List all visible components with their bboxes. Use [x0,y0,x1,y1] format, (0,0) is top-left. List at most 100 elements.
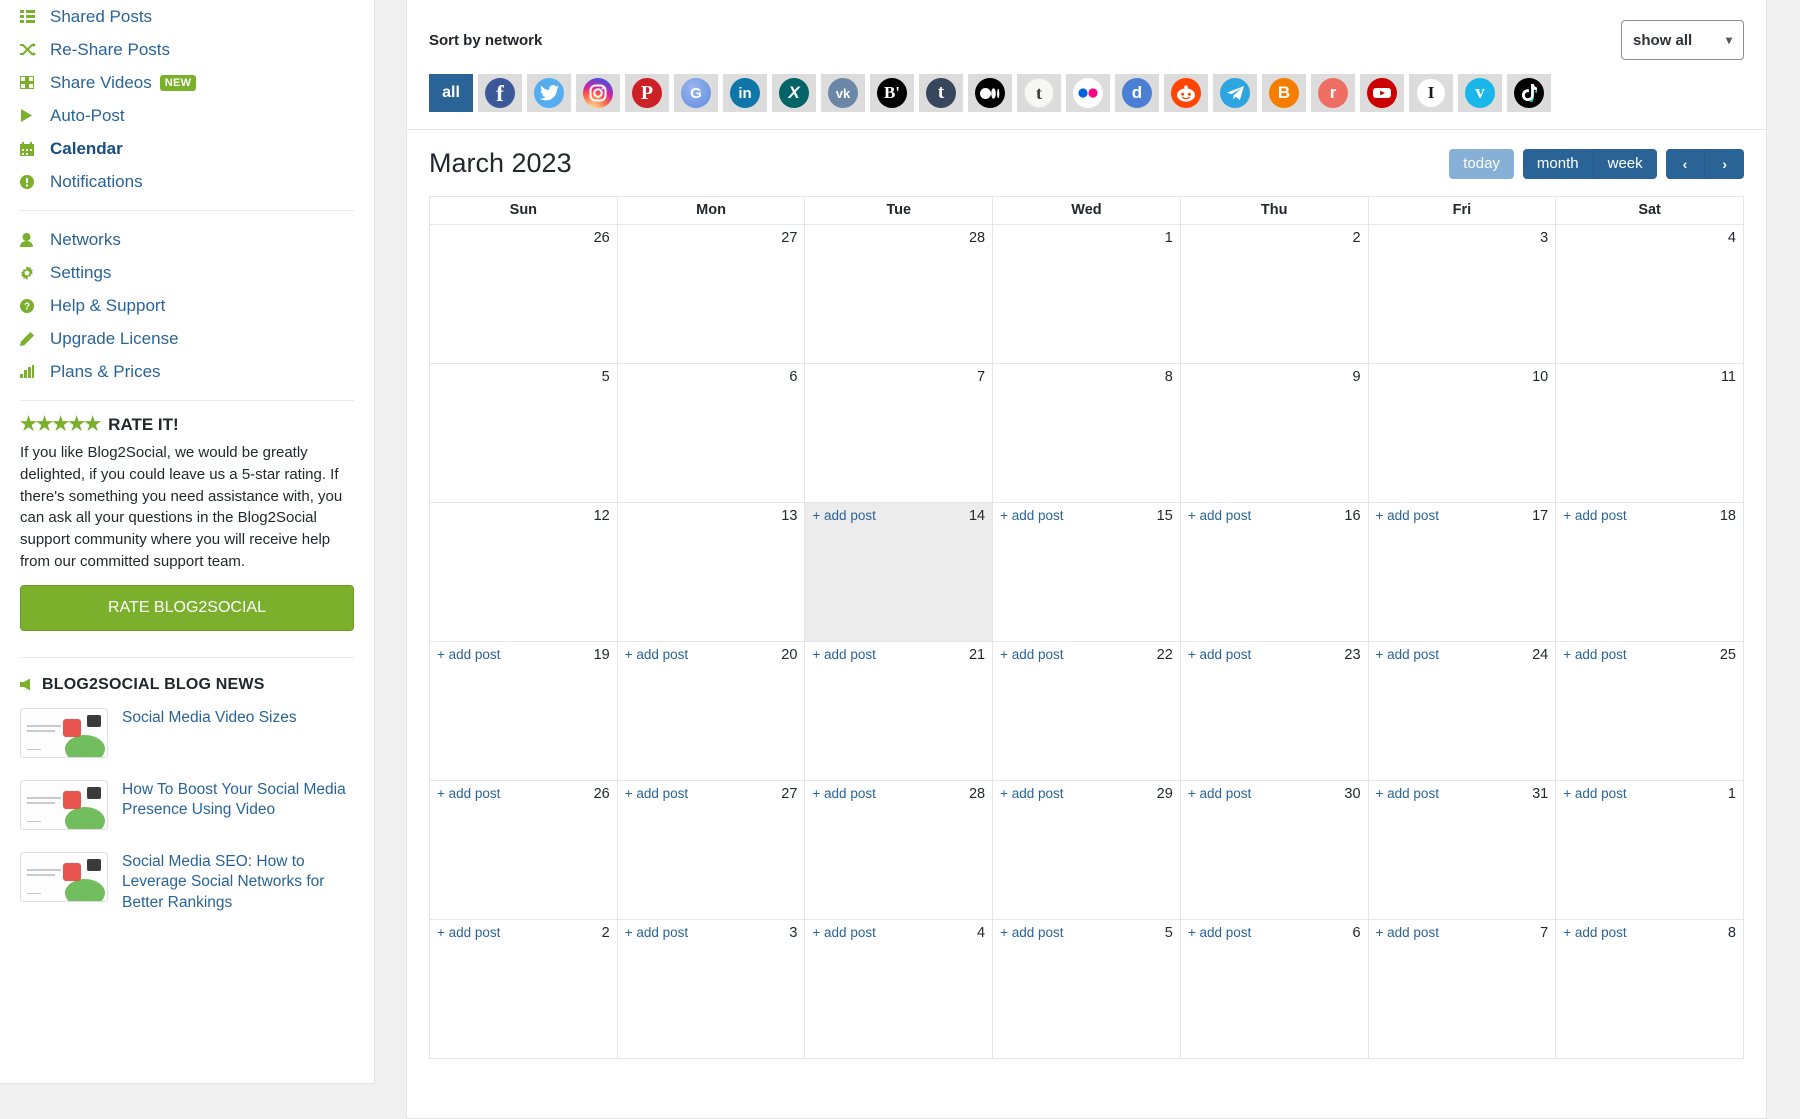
calendar-day-cell[interactable]: + add post4 [1555,224,1744,364]
calendar-day-cell[interactable]: + add post1 [992,224,1181,364]
network-filter-bloglovin[interactable]: B' [870,74,914,112]
network-filter-twitter[interactable] [527,74,571,112]
calendar-day-cell[interactable]: + add post7 [804,363,994,503]
calendar-day-cell[interactable]: + add post5 [429,363,618,503]
blog-news-item[interactable]: How To Boost Your Social Media Presence … [20,779,354,830]
add-post-link[interactable]: + add post [1188,786,1251,801]
network-filter-google[interactable]: G [674,74,718,112]
add-post-link[interactable]: + add post [437,925,500,940]
calendar-day-cell[interactable]: + add post8 [1555,919,1744,1059]
network-filter-vk[interactable]: vk [821,74,865,112]
calendar-day-cell[interactable]: + add post10 [1367,363,1557,503]
calendar-day-cell[interactable]: + add post 19 [429,641,618,781]
add-post-link[interactable]: + add post [1188,925,1251,940]
next-month-button[interactable]: › [1704,148,1744,179]
calendar-day-cell[interactable]: + add post 22 [992,641,1181,781]
network-filter-medium[interactable] [968,74,1012,112]
add-post-link[interactable]: + add post [1188,508,1251,523]
calendar-day-cell[interactable]: + add post3 [616,919,806,1059]
calendar-day-cell[interactable]: + add post 30 [1179,780,1369,920]
calendar-day-cell[interactable]: + add post13 [616,502,806,642]
add-post-link[interactable]: + add post [1188,647,1251,662]
network-filter-tumblr[interactable]: t [919,74,963,112]
add-post-link[interactable]: + add post [1000,647,1063,662]
calendar-day-cell[interactable]: + add post26 [429,224,618,364]
add-post-link[interactable]: + add post [1376,647,1439,662]
sidebar-item-plans-prices[interactable]: Plans & Prices [20,355,354,388]
calendar-day-cell[interactable]: + add post6 [1179,919,1369,1059]
network-filter-vimeo[interactable]: v [1458,74,1502,112]
calendar-day-cell[interactable]: + add post11 [1555,363,1744,503]
network-filter-blogger[interactable]: B [1262,74,1306,112]
calendar-day-cell[interactable]: + add post 31 [1367,780,1557,920]
calendar-day-cell[interactable]: + add post 23 [1179,641,1369,781]
network-filter-youtube[interactable] [1360,74,1404,112]
month-view-button[interactable]: month [1522,148,1593,179]
network-filter-pinterest[interactable]: P [625,74,669,112]
calendar-day-cell[interactable]: + add post8 [992,363,1181,503]
sidebar-item-upgrade-license[interactable]: Upgrade License [20,322,354,355]
previous-month-button[interactable]: ‹ [1665,148,1705,179]
sidebar-item-notifications[interactable]: Notifications [20,165,354,198]
week-view-button[interactable]: week [1592,148,1657,179]
calendar-day-cell[interactable]: + add post12 [429,502,618,642]
sidebar-item-re-share-posts[interactable]: Re-Share Posts [20,33,354,66]
blog-news-title[interactable]: How To Boost Your Social Media Presence … [122,780,354,822]
add-post-link[interactable]: + add post [625,925,688,940]
calendar-day-cell[interactable]: + add post5 [992,919,1181,1059]
calendar-day-cell[interactable]: + add post4 [804,919,994,1059]
add-post-link[interactable]: + add post [1563,508,1626,523]
network-filter-xing[interactable]: X [772,74,816,112]
add-post-link[interactable]: + add post [812,508,875,523]
network-filter-torial[interactable]: t [1017,74,1061,112]
add-post-link[interactable]: + add post [625,786,688,801]
rate-blog2social-button[interactable]: RATE BLOG2SOCIAL [20,584,354,631]
add-post-link[interactable]: + add post [1563,786,1626,801]
calendar-day-cell[interactable]: + add post26 [429,780,618,920]
calendar-day-cell[interactable]: + add post28 [804,224,994,364]
network-filter-diigo[interactable]: d [1115,74,1159,112]
add-post-link[interactable]: + add post [1000,925,1063,940]
calendar-day-cell[interactable]: + add post 29 [992,780,1181,920]
calendar-day-cell[interactable]: + add post 17 [1367,502,1557,642]
sidebar-item-help-support[interactable]: ? Help & Support [20,289,354,322]
calendar-day-cell[interactable]: + add post 24 [1367,641,1557,781]
network-filter-tiktok[interactable] [1507,74,1551,112]
calendar-day-cell[interactable]: + add post 15 [992,502,1181,642]
network-filter-all[interactable]: all [429,74,473,112]
calendar-day-cell[interactable]: + add post 14 [804,502,994,642]
network-filter-instapaper[interactable]: I [1409,74,1453,112]
blog-news-title[interactable]: Social Media Video Sizes [122,708,297,729]
calendar-day-cell[interactable]: + add post 20 [616,641,806,781]
calendar-day-cell[interactable]: + add post 21 [804,641,994,781]
add-post-link[interactable]: + add post [1376,786,1439,801]
calendar-day-cell[interactable]: + add post 18 [1555,502,1744,642]
add-post-link[interactable]: + add post [1000,786,1063,801]
calendar-day-cell[interactable]: + add post2 [1179,224,1369,364]
network-filter-telegram[interactable] [1213,74,1257,112]
network-filter-flickr[interactable] [1066,74,1110,112]
calendar-day-cell[interactable]: + add post3 [1367,224,1557,364]
add-post-link[interactable]: + add post [1563,647,1626,662]
network-filter-linkedin[interactable]: in [723,74,767,112]
add-post-link[interactable]: + add post [1000,508,1063,523]
blog-news-title[interactable]: Social Media SEO: How to Leverage Social… [122,852,354,915]
add-post-link[interactable]: + add post [812,786,875,801]
calendar-day-cell[interactable]: + add post9 [1179,363,1369,503]
add-post-link[interactable]: + add post [1376,925,1439,940]
add-post-link[interactable]: + add post [437,647,500,662]
network-filter-refind[interactable]: r [1311,74,1355,112]
sidebar-item-calendar[interactable]: Calendar [20,132,354,165]
calendar-day-cell[interactable]: + add post 16 [1179,502,1369,642]
calendar-day-cell[interactable]: + add post2 [429,919,618,1059]
blog-news-item[interactable]: Social Media SEO: How to Leverage Social… [20,851,354,915]
blog-news-item[interactable]: Social Media Video Sizes [20,707,354,758]
add-post-link[interactable]: + add post [625,647,688,662]
calendar-day-cell[interactable]: + add post 25 [1555,641,1744,781]
add-post-link[interactable]: + add post [812,647,875,662]
calendar-day-cell[interactable]: + add post1 [1555,780,1744,920]
calendar-day-cell[interactable]: + add post6 [616,363,806,503]
calendar-day-cell[interactable]: + add post 27 [616,780,806,920]
show-all-dropdown[interactable]: show all ▾ [1621,20,1744,60]
add-post-link[interactable]: + add post [1563,925,1626,940]
